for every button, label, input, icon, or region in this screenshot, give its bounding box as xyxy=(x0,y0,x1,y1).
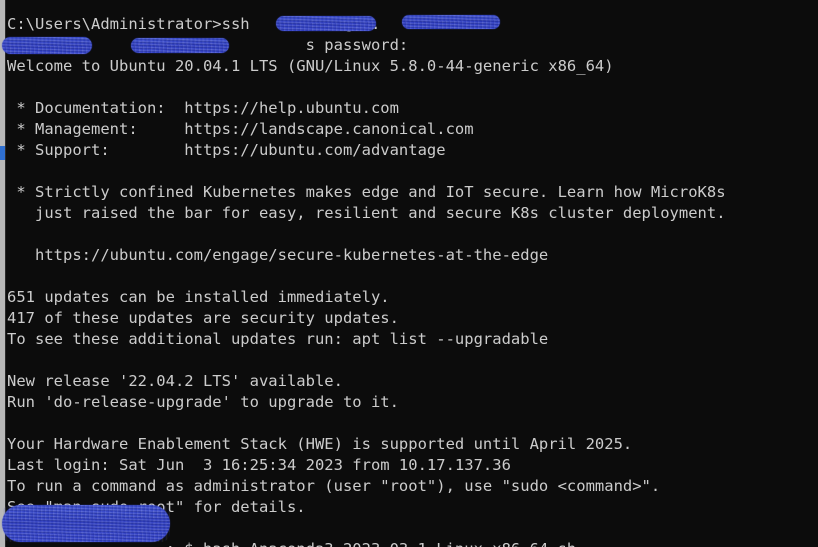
terminal-line: To run a command as administrator (user … xyxy=(7,477,661,495)
terminal-line: just raised the bar for easy, resilient … xyxy=(7,204,726,222)
terminal-window[interactable]: C:\Users\Administrator>ssh @10. @10. s p… xyxy=(0,0,818,547)
terminal-output: C:\Users\Administrator>ssh @10. @10. s p… xyxy=(7,14,818,547)
redaction-ssh-username xyxy=(276,16,376,31)
vertical-scrollbar[interactable] xyxy=(0,0,6,547)
terminal-line: 417 of these updates are security update… xyxy=(7,309,399,327)
redaction-prompt-username xyxy=(2,37,92,54)
terminal-line: 651 updates can be installed immediately… xyxy=(7,288,390,306)
redaction-ssh-ip xyxy=(402,15,500,29)
terminal-line: Run 'do-release-upgrade' to upgrade to i… xyxy=(7,393,399,411)
terminal-line: https://ubuntu.com/engage/secure-kuberne… xyxy=(7,246,549,264)
shell-command-text: bash Anaconda3-2023.03-1-Linux-x86_64.sh xyxy=(203,540,576,547)
prompt-path-symbol: :~$ xyxy=(166,540,203,547)
terminal-line: * Management: https://landscape.canonica… xyxy=(7,120,474,138)
terminal-line: New release '22.04.2 LTS' available. xyxy=(7,372,343,390)
terminal-line: Welcome to Ubuntu 20.04.1 LTS (GNU/Linux… xyxy=(7,57,614,75)
redaction-prompt-ip xyxy=(131,38,229,53)
terminal-line: Last login: Sat Jun 3 16:25:34 2023 from… xyxy=(7,456,511,474)
redaction-shell-user-host xyxy=(2,505,170,542)
terminal-line: * Support: https://ubuntu.com/advantage xyxy=(7,141,446,159)
terminal-line: @10. s password: xyxy=(138,36,409,54)
terminal-line: * Documentation: https://help.ubuntu.com xyxy=(7,99,399,117)
terminal-line: To see these additional updates run: apt… xyxy=(7,330,549,348)
terminal-line: * Strictly confined Kubernetes makes edg… xyxy=(7,183,726,201)
scrollbar-thumb[interactable] xyxy=(0,146,5,160)
terminal-line: Your Hardware Enablement Stack (HWE) is … xyxy=(7,435,633,453)
